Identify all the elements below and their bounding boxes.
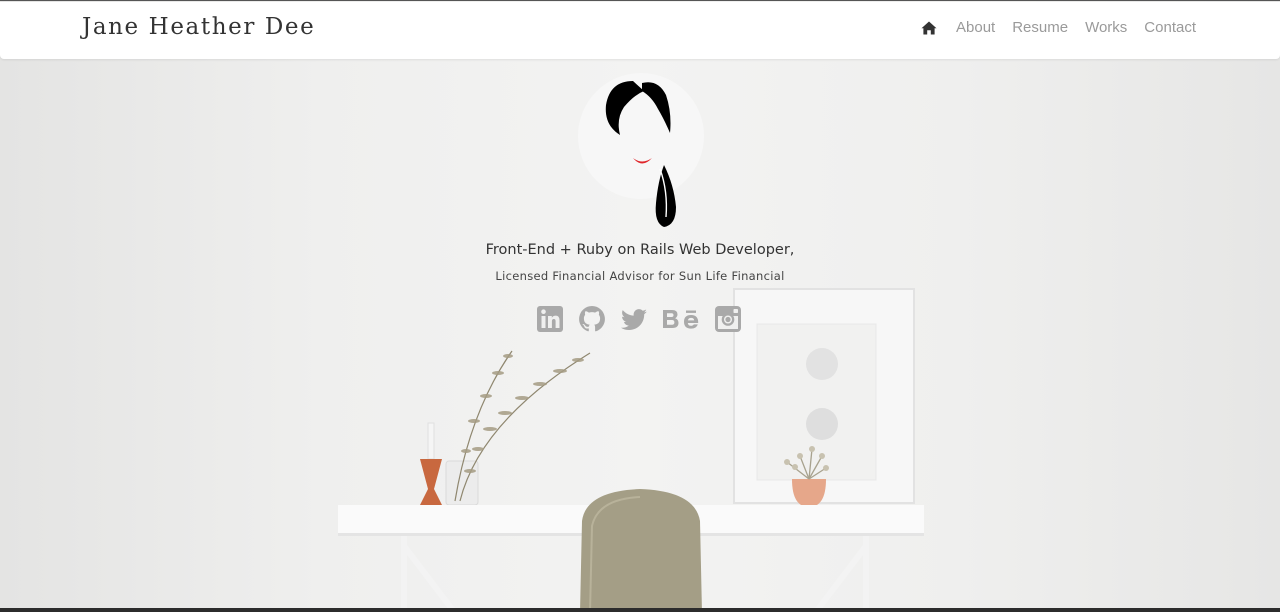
- chair: [580, 489, 702, 608]
- brand-name[interactable]: Jane Heather Dee: [82, 14, 315, 40]
- nav-about[interactable]: About: [956, 19, 995, 36]
- main-nav: About Resume Works Contact: [921, 19, 1196, 36]
- home-icon[interactable]: [921, 20, 937, 36]
- subheadline: Licensed Financial Advisor for Sun Life …: [495, 269, 785, 283]
- nav-works[interactable]: Works: [1085, 19, 1127, 36]
- twitter-icon[interactable]: [620, 304, 648, 334]
- nav-contact[interactable]: Contact: [1144, 19, 1196, 36]
- social-links: [536, 304, 742, 334]
- linkedin-icon[interactable]: [536, 304, 564, 334]
- behance-icon[interactable]: [662, 304, 700, 334]
- hair-left: [605, 81, 644, 135]
- frame-art-circle-top: [806, 348, 838, 380]
- headline: Front-End + Ruby on Rails Web Developer,: [485, 242, 795, 258]
- hair-right: [642, 82, 671, 133]
- instagram-icon[interactable]: [714, 304, 742, 334]
- frame-art-circle-bottom: [806, 408, 838, 440]
- top-navbar: Jane Heather Dee About Resume Works Cont…: [0, 2, 1280, 59]
- lips: [633, 158, 652, 164]
- picture-frame-mat: [756, 323, 877, 481]
- copper-candle-holder: [420, 459, 442, 505]
- nav-resume[interactable]: Resume: [1012, 19, 1068, 36]
- candle: [427, 422, 435, 460]
- github-icon[interactable]: [578, 304, 606, 334]
- woman-portrait-illustration: [605, 81, 676, 227]
- page-frame: Jane Heather Dee About Resume Works Cont…: [0, 0, 1280, 612]
